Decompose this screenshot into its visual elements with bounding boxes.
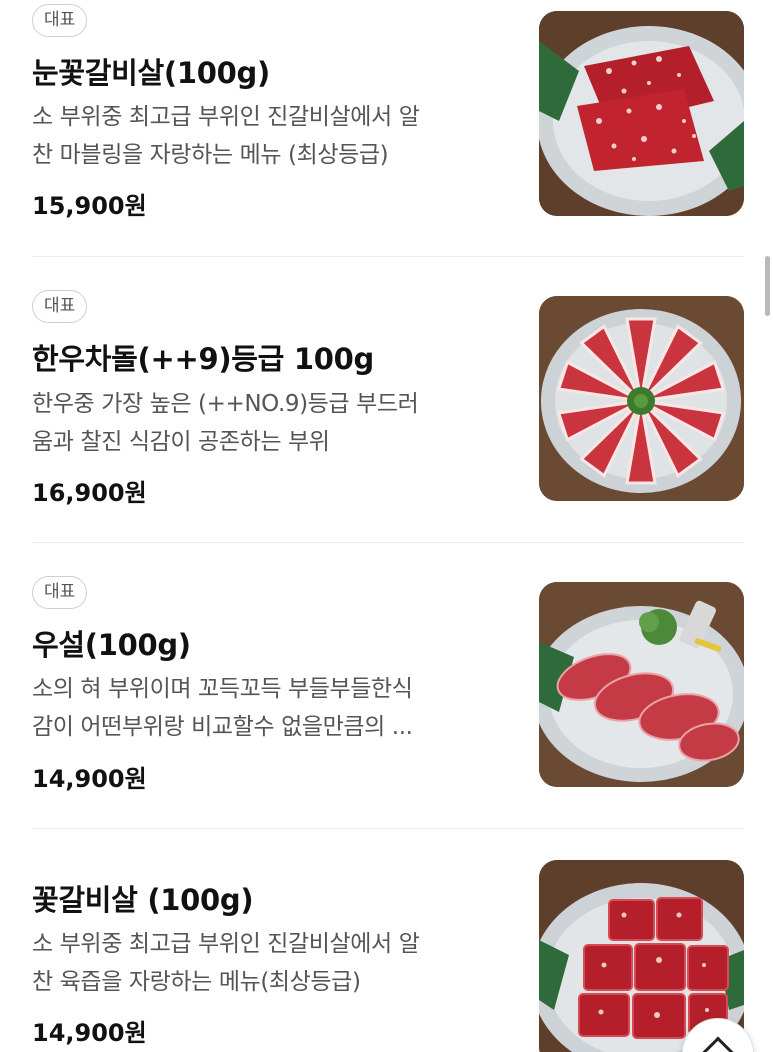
menu-item-name: 우설(100g) (32, 628, 191, 662)
signature-badge: 대표 (32, 576, 88, 609)
menu-item-description: 소의 혀 부위이며 꼬득꼬득 부들부들한식 감이 어떤부위랑 비교할수 없을만큼… (32, 670, 502, 746)
menu-item-name: 꽃갈비살 (100g) (32, 883, 254, 917)
description-line: 찬 마블링을 자랑하는 메뉴 (최상등급) (32, 142, 389, 168)
description-line: 찬 육즙을 자랑하는 메뉴(최상등급) (32, 969, 361, 995)
menu-item-photo[interactable] (539, 296, 744, 501)
menu-item-price: 15,900원 (32, 192, 147, 220)
menu-item-photo[interactable] (539, 582, 744, 787)
description-line: 움과 찰진 식감이 공존하는 부위 (32, 429, 330, 455)
menu-item-name: 눈꽃갈비살(100g) (32, 56, 270, 90)
description-line: 소 부위중 최고급 부위인 진갈비살에서 알 (32, 931, 420, 957)
signature-badge: 대표 (32, 290, 88, 323)
description-line: 감이 어떤부위랑 비교할수 없을만큼의 ... (32, 714, 413, 740)
scrollbar[interactable] (765, 256, 770, 316)
menu-item[interactable]: 대표 눈꽃갈비살(100g) 소 부위중 최고급 부위인 진갈비살에서 알 찬 … (0, 0, 773, 256)
description-line: 한우중 가장 높은 (++NO.9)등급 부드러 (32, 391, 419, 417)
menu-item[interactable]: 꽃갈비살 (100g) 소 부위중 최고급 부위인 진갈비살에서 알 찬 육즙을… (0, 829, 773, 1052)
menu-item-description: 소 부위중 최고급 부위인 진갈비살에서 알 찬 마블링을 자랑하는 메뉴 (최… (32, 98, 502, 174)
beef-brisket-flower-icon (539, 296, 744, 501)
menu-item-price: 14,900원 (32, 1019, 147, 1047)
menu-item-price: 14,900원 (32, 765, 147, 793)
menu-item[interactable]: 대표 우설(100g) 소의 혀 부위이며 꼬득꼬득 부들부들한식 감이 어떤부… (0, 543, 773, 828)
menu-item[interactable]: 대표 한우차돌(++9)등급 100g 한우중 가장 높은 (++NO.9)등급… (0, 257, 773, 542)
description-line: 소 부위중 최고급 부위인 진갈비살에서 알 (32, 104, 420, 130)
menu-item-name: 한우차돌(++9)등급 100g (32, 342, 374, 376)
menu-item-description: 한우중 가장 높은 (++NO.9)등급 부드러 움과 찰진 식감이 공존하는 … (32, 385, 502, 461)
menu-item-photo[interactable] (539, 11, 744, 216)
signature-badge: 대표 (32, 4, 88, 37)
beef-tongue-icon (539, 582, 744, 787)
chevron-up-icon (702, 1036, 734, 1052)
menu-item-price: 16,900원 (32, 479, 147, 507)
menu-item-description: 소 부위중 최고급 부위인 진갈비살에서 알 찬 육즙을 자랑하는 메뉴(최상등… (32, 925, 502, 1001)
description-line: 소의 혀 부위이며 꼬득꼬득 부들부들한식 (32, 676, 413, 702)
marbled-beef-icon (539, 11, 744, 216)
